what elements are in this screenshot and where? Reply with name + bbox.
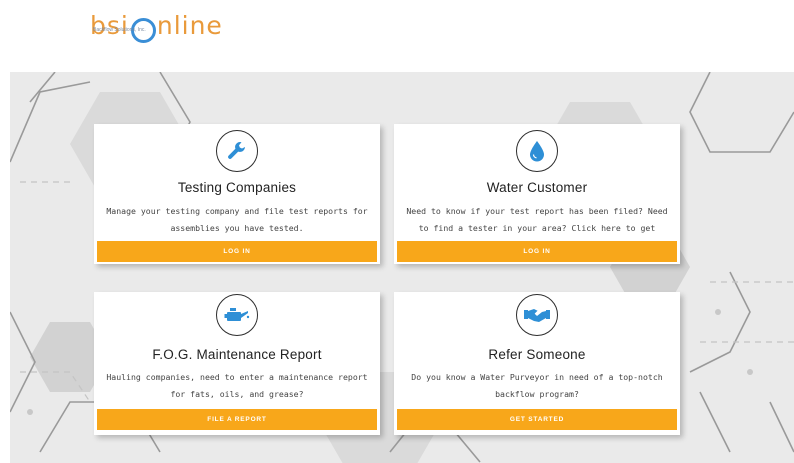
get-started-button[interactable]: GET STARTED (397, 409, 677, 430)
fog-maintenance-card: F.O.G. Maintenance Report Hauling compan… (94, 292, 380, 435)
card-title: Testing Companies (177, 180, 297, 195)
site-header: bsi nline Backflow Solutions, Inc. (0, 0, 794, 72)
refer-someone-card: Refer Someone Do you know a Water Purvey… (394, 292, 680, 435)
logo-tagline: Backflow Solutions, Inc. (93, 27, 146, 33)
card-description: Manage your testing company and file tes… (106, 206, 368, 233)
bsionline-logo[interactable]: bsi nline (90, 6, 223, 43)
card-title: Refer Someone (488, 347, 586, 362)
water-drop-icon (516, 130, 558, 172)
water-customer-login-button[interactable]: LOG IN (397, 241, 677, 262)
water-customer-card: Water Customer Need to know if your test… (394, 124, 680, 264)
oil-can-icon (216, 294, 258, 336)
card-description: Hauling companies, need to enter a maint… (106, 372, 368, 399)
card-description: Do you know a Water Purveyor in need of … (411, 372, 663, 399)
card-title: F.O.G. Maintenance Report (152, 347, 322, 362)
hero-section: Testing Companies Manage your testing co… (10, 72, 794, 463)
handshake-icon (516, 294, 558, 336)
card-title: Water Customer (486, 180, 588, 195)
testing-companies-card: Testing Companies Manage your testing co… (94, 124, 380, 264)
file-a-report-button[interactable]: FILE A REPORT (97, 409, 377, 430)
logo-nline-text: nline (156, 11, 223, 40)
logo-bsi-text: bsi (90, 11, 129, 40)
testing-companies-login-button[interactable]: LOG IN (97, 241, 377, 262)
wrench-icon (216, 130, 258, 172)
